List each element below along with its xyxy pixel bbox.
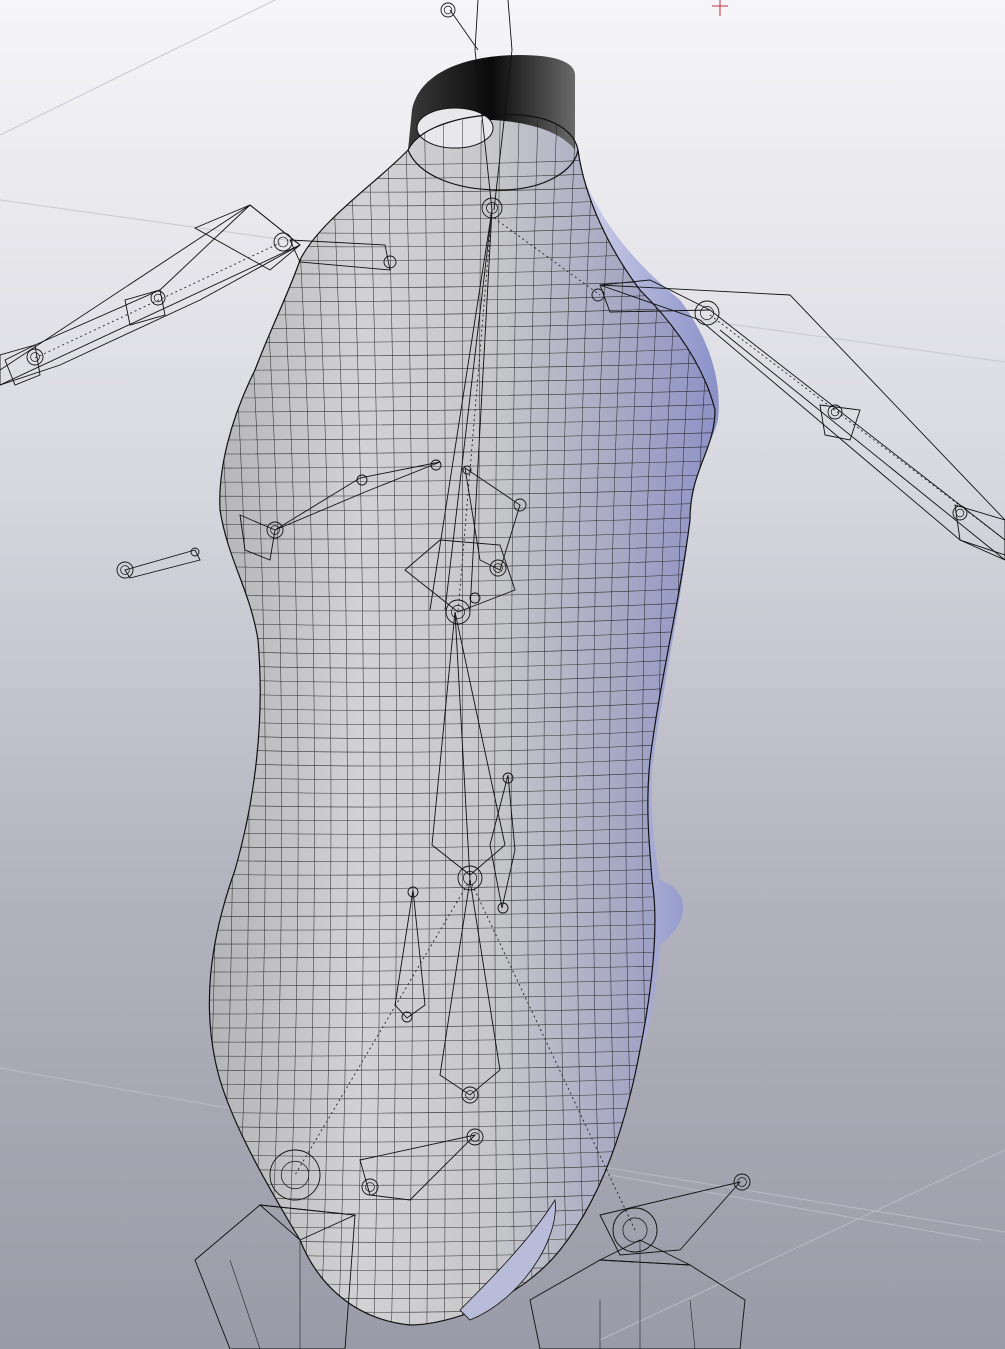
mesh-edge-ring [209,119,233,1326]
mesh-edge-ring [741,120,784,1340]
joint-icon[interactable] [190,547,200,557]
joint-icon[interactable] [26,348,44,366]
joint-inner-ring [955,508,965,518]
mesh-edge-ring [216,119,250,1326]
mesh-edge-ring [724,120,764,1340]
joint-icon[interactable] [733,1173,751,1191]
mesh-edge-ring [209,119,217,1326]
joint-inner-ring [30,352,40,362]
joint-icon[interactable] [273,232,293,252]
3d-viewport[interactable] [0,0,1005,1349]
joint-icon[interactable] [440,2,456,18]
joint-inner-ring [277,236,289,248]
viewport-canvas[interactable] [0,0,1005,1349]
origin-marker-icon[interactable] [712,0,728,16]
joint-icon[interactable] [952,505,968,521]
joint-inner-ring [443,5,453,15]
